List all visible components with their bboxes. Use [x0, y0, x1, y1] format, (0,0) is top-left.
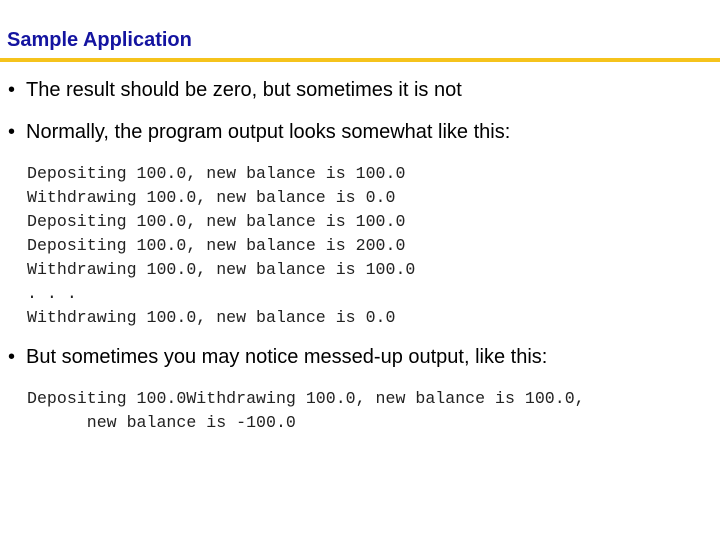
- bullet-text: The result should be zero, but sometimes…: [26, 79, 462, 101]
- code-line: Depositing 100.0, new balance is 200.0: [27, 236, 406, 255]
- code-line: Depositing 100.0, new balance is 100.0: [27, 164, 406, 183]
- messed-output-code-block: Depositing 100.0Withdrawing 100.0, new b…: [27, 387, 585, 435]
- bullet-normal-output: • Normally, the program output looks some…: [8, 121, 510, 144]
- slide-title: Sample Application: [7, 29, 192, 51]
- bullet-text: Normally, the program output looks somew…: [26, 121, 511, 143]
- code-line: Depositing 100.0Withdrawing 100.0, new b…: [27, 389, 585, 408]
- bullet-text: But sometimes you may notice messed-up o…: [26, 346, 548, 368]
- bullet-marker: •: [8, 346, 16, 368]
- code-line: Withdrawing 100.0, new balance is 0.0: [27, 308, 396, 327]
- bullet-marker: •: [8, 121, 16, 143]
- code-line: . . .: [27, 284, 77, 303]
- bullet-result-zero: • The result should be zero, but sometime…: [8, 79, 462, 102]
- code-line: new balance is -100.0: [27, 413, 296, 432]
- bullet-marker: •: [8, 79, 16, 101]
- code-line: Withdrawing 100.0, new balance is 100.0: [27, 260, 416, 279]
- code-line: Withdrawing 100.0, new balance is 0.0: [27, 188, 396, 207]
- bullet-messed-output: • But sometimes you may notice messed-up …: [8, 346, 547, 369]
- normal-output-code-block: Depositing 100.0, new balance is 100.0 Wi…: [27, 162, 415, 330]
- code-line: Depositing 100.0, new balance is 100.0: [27, 212, 406, 231]
- title-underline-rule: [0, 58, 720, 62]
